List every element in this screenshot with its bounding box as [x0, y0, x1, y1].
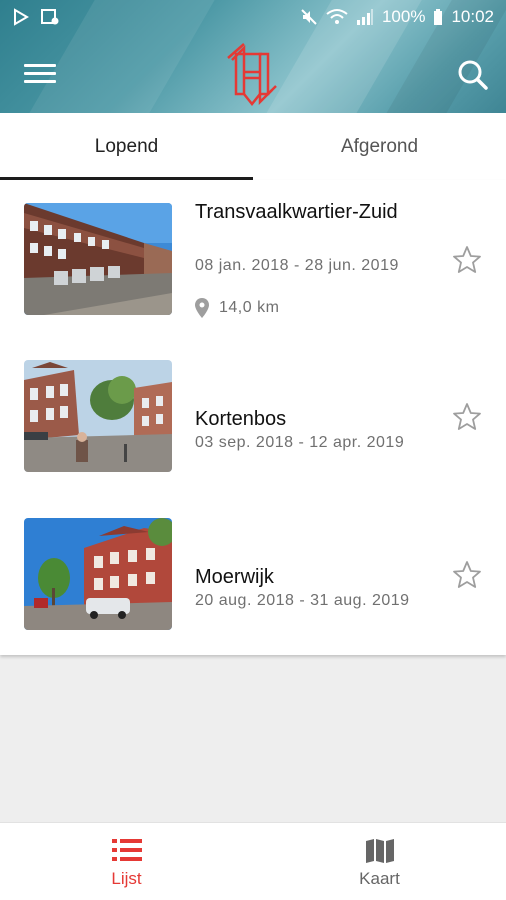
tab-bar: Lopend Afgerond: [0, 113, 506, 180]
bottom-navigation: Lijst Kaart: [0, 822, 506, 900]
battery-percent: 100%: [381, 7, 426, 26]
favorite-star-icon[interactable]: [452, 402, 482, 432]
gallery-icon: [41, 9, 59, 25]
item-dates: 03 sep. 2018 - 12 apr. 2019: [195, 434, 405, 451]
item-title: Moerwijk: [195, 566, 274, 588]
item-title: Transvaalkwartier-Zuid: [195, 201, 398, 223]
item-dates: 08 jan. 2018 - 28 jun. 2019: [195, 257, 399, 274]
nav-label-lijst: Lijst: [111, 869, 142, 888]
nav-lijst[interactable]: Lijst: [0, 823, 253, 900]
search-icon[interactable]: [456, 58, 490, 92]
nav-kaart[interactable]: Kaart: [253, 823, 506, 900]
list-icon: [111, 839, 142, 861]
project-photo: [24, 203, 172, 315]
status-bar: 100% 10:02: [0, 0, 506, 36]
item-dates: 20 aug. 2018 - 31 aug. 2019: [195, 592, 410, 609]
favorite-star-icon[interactable]: [452, 245, 482, 275]
project-list: Transvaalkwartier-Zuid 08 jan. 2018 - 28…: [0, 180, 506, 655]
tab-lopend[interactable]: Lopend: [0, 113, 253, 180]
mute-icon: [301, 9, 317, 25]
map-icon: [365, 839, 394, 863]
location-pin-icon: [195, 298, 209, 318]
hamburger-menu-icon[interactable]: [24, 60, 56, 88]
wifi-icon: [326, 9, 348, 24]
h-arrows-logo: [227, 43, 277, 106]
distance-text: 14,0 km: [219, 299, 280, 316]
nav-label-kaart: Kaart: [359, 869, 400, 888]
item-distance: 14,0 km: [195, 298, 279, 318]
list-item[interactable]: Transvaalkwartier-Zuid 08 jan. 2018 - 28…: [0, 180, 506, 330]
project-photo: [24, 360, 172, 472]
list-item[interactable]: Kortenbos 03 sep. 2018 - 12 apr. 2019: [0, 337, 506, 487]
signal-icon: [356, 9, 373, 25]
battery-icon: [434, 9, 443, 25]
play-store-icon: [14, 8, 29, 26]
list-item[interactable]: Moerwijk 20 aug. 2018 - 31 aug. 2019: [0, 495, 506, 645]
clock: 10:02: [451, 7, 494, 26]
app-header: 100% 10:02: [0, 0, 506, 113]
project-photo: [24, 518, 172, 630]
favorite-star-icon[interactable]: [452, 560, 482, 590]
item-title: Kortenbos: [195, 408, 287, 430]
tab-afgerond[interactable]: Afgerond: [253, 113, 506, 180]
